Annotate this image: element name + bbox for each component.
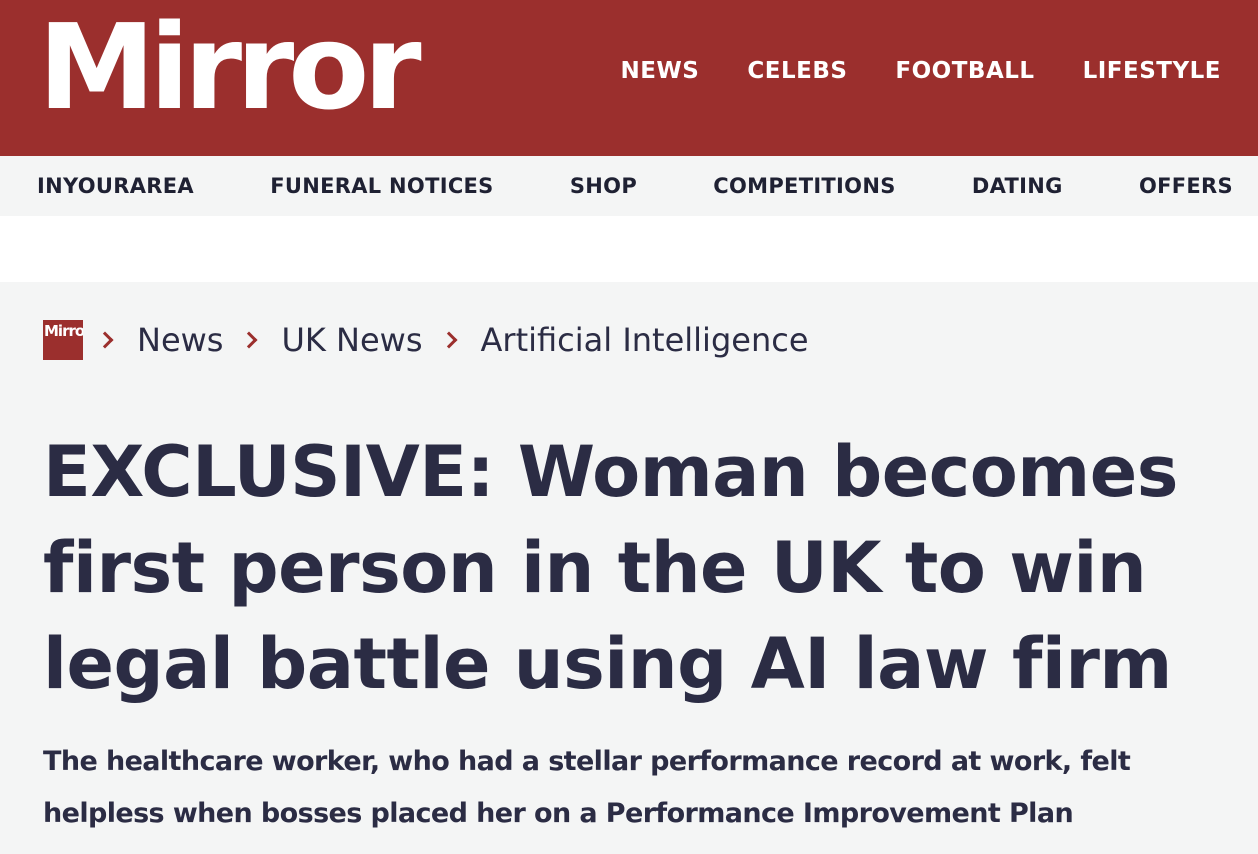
nav-news[interactable]: NEWS — [620, 58, 699, 84]
nav-offers[interactable]: OFFERS — [1139, 174, 1233, 198]
chevron-right-icon — [440, 331, 458, 349]
breadcrumb-artificial-intelligence[interactable]: Artificial Intelligence — [481, 321, 809, 359]
primary-nav: NEWS CELEBS FOOTBALL LIFESTYLE — [620, 58, 1221, 84]
nav-inyourarea[interactable]: INYOURAREA — [37, 174, 194, 198]
breadcrumb: Mirror News UK News Artificial Intellige… — [43, 318, 833, 362]
nav-dating[interactable]: DATING — [972, 174, 1063, 198]
breadcrumb-home-logo[interactable]: Mirror — [43, 320, 83, 360]
nav-funeral-notices[interactable]: FUNERAL NOTICES — [270, 174, 493, 198]
nav-shop[interactable]: SHOP — [570, 174, 637, 198]
article-standfirst: The healthcare worker, who had a stellar… — [43, 746, 1131, 829]
chevron-right-icon — [96, 331, 114, 349]
chevron-right-icon — [240, 331, 258, 349]
ad-slot — [0, 216, 1258, 282]
nav-celebs[interactable]: CELEBS — [747, 58, 847, 84]
nav-competitions[interactable]: COMPETITIONS — [713, 174, 895, 198]
breadcrumb-news[interactable]: News — [137, 321, 223, 359]
mirror-logo[interactable]: Mirror — [38, 8, 422, 126]
breadcrumb-uk-news[interactable]: UK News — [281, 321, 422, 359]
nav-football[interactable]: FOOTBALL — [895, 58, 1034, 84]
masthead: Mirror NEWS CELEBS FOOTBALL LIFESTYLE — [0, 0, 1258, 156]
article-headline: EXCLUSIVE: Woman becomes first person in… — [43, 431, 1178, 705]
nav-lifestyle[interactable]: LIFESTYLE — [1083, 58, 1221, 84]
secondary-nav: INYOURAREA FUNERAL NOTICES SHOP COMPETIT… — [0, 156, 1258, 216]
